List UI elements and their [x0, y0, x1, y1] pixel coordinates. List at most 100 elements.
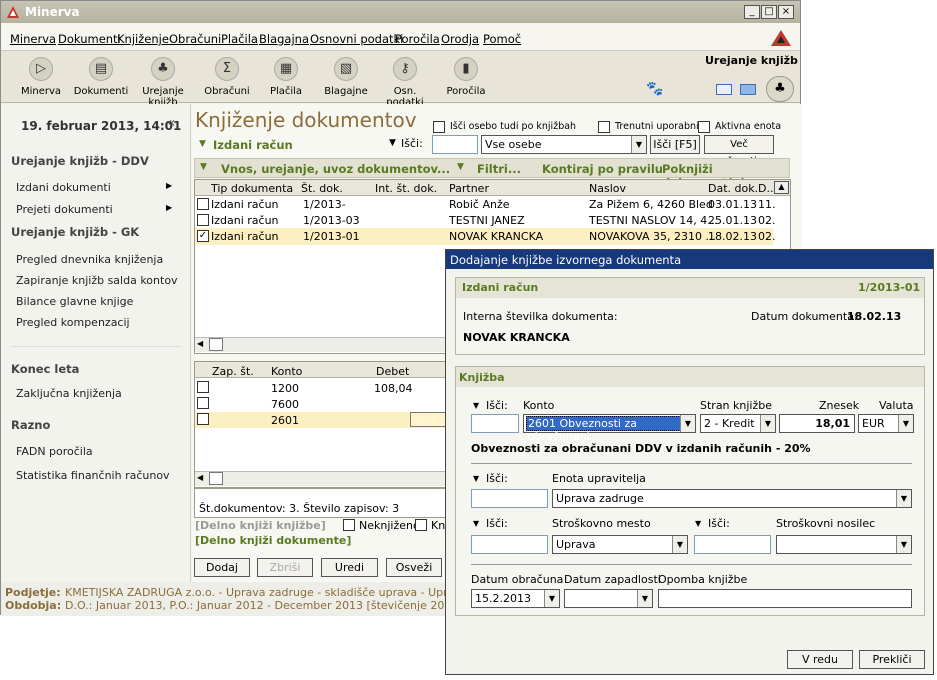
row-checkbox[interactable]: [197, 198, 209, 210]
calc-date-picker[interactable]: 15.2.2013 ▼: [471, 589, 560, 608]
doc-type-select[interactable]: Izdani račun: [213, 138, 293, 152]
amount-input[interactable]: 18,01: [779, 414, 855, 433]
maximize-button[interactable]: □: [761, 5, 777, 19]
menu-porocila[interactable]: Poročila: [395, 32, 440, 46]
scroll-up-icon[interactable]: ▲: [774, 181, 789, 194]
menu-knjizenje[interactable]: Knjiženje: [117, 32, 169, 46]
cost-center-select[interactable]: Uprava ▼: [552, 535, 688, 554]
menu-placila[interactable]: Plačila: [221, 32, 258, 46]
chevron-down-icon[interactable]: ▼: [695, 519, 701, 528]
cancel-button[interactable]: Prekliči: [859, 650, 925, 669]
row-checkbox[interactable]: [197, 397, 209, 409]
tool-urejanje-knjizb[interactable]: ♣ Urejanje knjižb: [131, 57, 195, 108]
tool-minerva[interactable]: ▷ Minerva: [13, 57, 69, 97]
col-header[interactable]: Debet: [376, 365, 409, 378]
tool-dokumenti[interactable]: ▤ Dokumenti: [73, 57, 129, 97]
filters-menu[interactable]: Filtri...: [477, 162, 521, 176]
unit-search-input[interactable]: [471, 489, 548, 508]
menu-osnovni-podatki[interactable]: Osnovni podatki: [310, 32, 403, 46]
menu-blagajna[interactable]: Blagajna: [259, 32, 309, 46]
collapse-button[interactable]: «: [167, 115, 176, 131]
col-header[interactable]: Št. dok.: [301, 182, 343, 195]
row-checkbox[interactable]: [197, 381, 209, 393]
col-header[interactable]: Int. št. dok.: [375, 182, 437, 195]
tool-obracuni[interactable]: Σ Obračuni: [199, 57, 255, 97]
scroll-left-icon[interactable]: ◀: [197, 339, 203, 348]
add-button[interactable]: Dodaj: [194, 558, 250, 577]
col-header[interactable]: Zap. št.: [212, 365, 254, 378]
currency-select[interactable]: EUR ▼: [858, 414, 914, 433]
entry-menu[interactable]: Vnos, urejanje, uvoz dokumentov...: [221, 162, 450, 176]
row-checkbox[interactable]: [197, 413, 209, 425]
tool-blagajne[interactable]: ▧ Blagajne: [318, 57, 374, 97]
tool-porocila[interactable]: ▮ Poročila: [438, 57, 494, 97]
sidebar-item-bilance[interactable]: Bilance glavne knjige: [16, 295, 133, 308]
cell-d: 11.: [758, 198, 776, 211]
carrier-search-input[interactable]: [694, 535, 771, 554]
close-button[interactable]: ×: [778, 5, 794, 19]
horizontal-scrollbar[interactable]: ◀: [195, 337, 445, 352]
sidebar-item-zapiranje[interactable]: Zapiranje knjižb salda kontov: [16, 274, 178, 287]
current-user-checkbox[interactable]: [598, 121, 610, 133]
row-checkbox-checked[interactable]: ✓: [197, 230, 209, 242]
tool-placila[interactable]: ▦ Plačila: [258, 57, 314, 97]
debet-edit-cell[interactable]: [410, 412, 446, 427]
menu-minerva[interactable]: Minerva: [10, 32, 56, 46]
note-input[interactable]: [658, 589, 912, 608]
sidebar-item-dnevnik[interactable]: Pregled dnevnika knjiženja: [16, 253, 163, 266]
konto-select[interactable]: 2601 Obveznosti za obračunani ▼: [523, 414, 696, 443]
search-button[interactable]: Išči [F5]: [650, 135, 700, 154]
menu-obracuni[interactable]: Obračuni: [169, 32, 221, 46]
chevron-down-icon[interactable]: ▼: [473, 401, 479, 410]
tool-osn-podatki[interactable]: ⚷ Osn. podatki: [377, 57, 433, 108]
table-row-selected[interactable]: [195, 412, 445, 428]
horizontal-scrollbar[interactable]: ◀: [195, 471, 445, 486]
sidebar-item-fadn[interactable]: FADN poročila: [16, 445, 93, 458]
kn-checkbox[interactable]: [415, 519, 427, 531]
col-header[interactable]: Naslov: [589, 182, 626, 195]
menu-pomoc[interactable]: Pomoč: [483, 32, 521, 46]
scroll-thumb[interactable]: [209, 472, 223, 485]
paw-icon[interactable]: 🐾: [646, 81, 663, 97]
current-module-icon[interactable]: ♣: [766, 76, 794, 102]
ok-button[interactable]: V redu: [787, 650, 853, 669]
delete-button[interactable]: Zbriši: [257, 558, 313, 577]
menu-dokumenti[interactable]: Dokumenti: [58, 32, 121, 46]
search-input[interactable]: [432, 135, 478, 154]
menu-orodja[interactable]: Orodja: [441, 32, 479, 46]
due-date-picker[interactable]: ▼: [564, 589, 653, 608]
scroll-thumb[interactable]: [209, 338, 223, 351]
search-people-checkbox[interactable]: [433, 121, 445, 133]
col-header[interactable]: Partner: [449, 182, 489, 195]
more-options-button[interactable]: Več možnosti...: [704, 135, 774, 167]
col-header[interactable]: Tip dokumenta: [211, 182, 293, 195]
message-icon[interactable]: [740, 84, 756, 95]
chevron-down-icon[interactable]: ▼: [473, 519, 479, 528]
col-header[interactable]: Dat. dok.: [708, 182, 758, 195]
konto-search-input[interactable]: [471, 414, 519, 433]
chevron-down-icon[interactable]: ▼: [473, 474, 479, 483]
chevron-down-icon[interactable]: ▼: [389, 138, 396, 148]
sidebar-item-zakljucna[interactable]: Zaključna knjiženja: [16, 387, 122, 400]
active-unit-checkbox[interactable]: [698, 121, 710, 133]
side-select[interactable]: 2 - Kredit ▼: [700, 414, 776, 433]
mail-icon[interactable]: [716, 84, 732, 95]
edit-button[interactable]: Uredi: [321, 558, 378, 577]
partial-post-link[interactable]: [Delno knjiži knjižbe]: [195, 519, 326, 532]
contir-button[interactable]: Kontiraj po pravilu: [542, 162, 663, 176]
unposted-checkbox[interactable]: [343, 519, 355, 531]
sidebar-item-prejeti[interactable]: Prejeti dokumenti: [16, 203, 113, 216]
people-select[interactable]: Vse osebe ▼: [481, 135, 647, 154]
col-header[interactable]: Konto: [271, 365, 302, 378]
sidebar-item-statistika[interactable]: Statistika finančnih računov: [16, 469, 170, 482]
cost-search-input[interactable]: [471, 535, 548, 554]
row-checkbox[interactable]: [197, 214, 209, 226]
cost-carrier-select[interactable]: ▼: [776, 535, 912, 554]
partial-docs-link[interactable]: [Delno knjiži dokumente]: [195, 534, 351, 547]
sidebar-item-izdani[interactable]: Izdani dokumenti: [16, 181, 111, 194]
sidebar-item-kompenzacije[interactable]: Pregled kompenzacij: [16, 316, 130, 329]
scroll-left-icon[interactable]: ◀: [197, 473, 203, 482]
unit-select[interactable]: Uprava zadruge ▼: [552, 489, 912, 508]
refresh-button[interactable]: Osveži: [386, 558, 442, 577]
minimize-button[interactable]: _: [744, 5, 760, 19]
